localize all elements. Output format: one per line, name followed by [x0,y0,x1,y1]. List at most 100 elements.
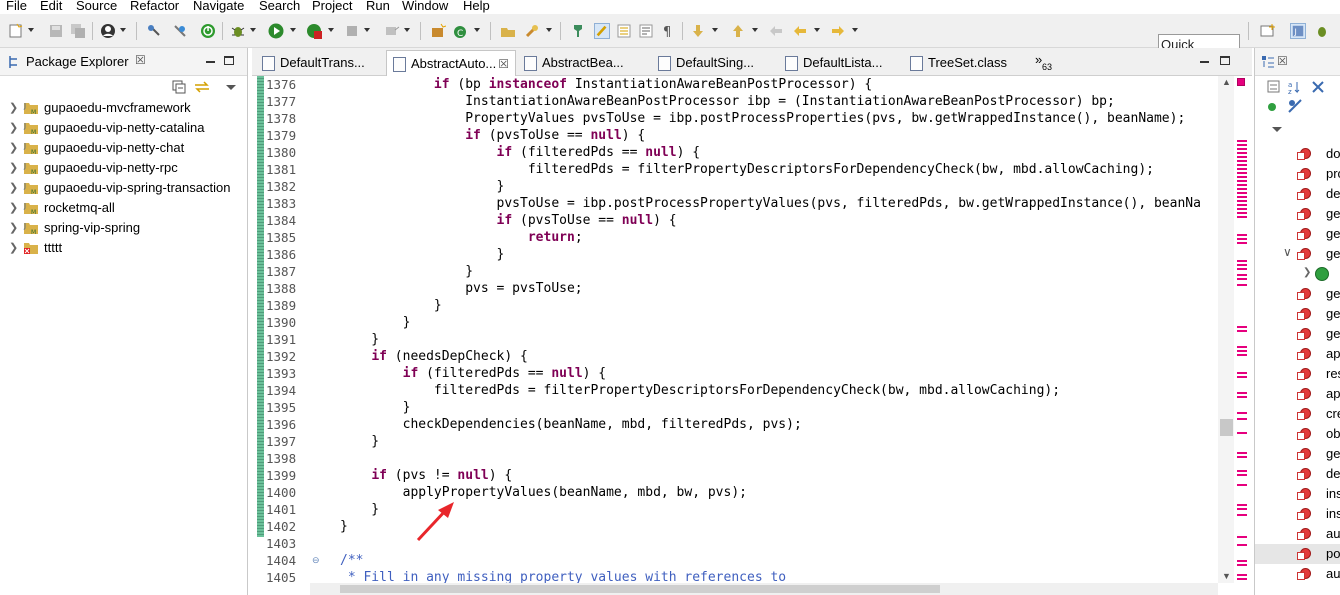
ruler-marker[interactable] [1237,274,1247,276]
menu-edit[interactable]: Edit [40,0,62,13]
menu-window[interactable]: Window [402,0,448,13]
ruler-marker[interactable] [1237,204,1247,206]
project-item[interactable]: ❯ JM rocketmq-all [0,198,248,218]
chevron-down-icon[interactable] [712,28,718,32]
menu-refactor[interactable]: Refactor [130,0,179,13]
menu-help[interactable]: Help [463,0,490,13]
save-icon[interactable] [48,23,64,39]
word-wrap-icon[interactable] [638,23,654,39]
save-all-icon[interactable] [70,23,86,39]
ruler-marker[interactable] [1237,452,1247,454]
new-class-icon[interactable]: C [452,23,468,39]
ruler-marker[interactable] [1237,200,1247,202]
code-line[interactable]: if (filteredPds == null) { [340,366,607,381]
close-icon[interactable]: ☒ [135,53,146,67]
project-item[interactable]: ❯ JM gupaoedu-vip-spring-transaction [0,178,248,198]
outline-member[interactable]: de [1255,184,1340,204]
chevron-right-icon[interactable]: ❯ [9,161,18,174]
ruler-marker[interactable] [1237,376,1247,378]
outline-member[interactable]: ge [1255,204,1340,224]
hide-nonpublic-icon[interactable] [1267,102,1277,112]
horizontal-scrollbar[interactable] [310,583,1218,595]
terminate-icon[interactable] [200,23,216,39]
outline-member[interactable]: po [1255,544,1340,564]
code-line[interactable]: if (bp instanceof InstantiationAwareBean… [340,77,872,92]
ruler-marker[interactable] [1237,372,1247,374]
outline-member[interactable]: ge [1255,444,1340,464]
outline-member[interactable]: ge [1255,324,1340,344]
outline-member[interactable]: ❯ [1255,264,1340,284]
ruler-marker[interactable] [1237,160,1247,162]
outline-member[interactable]: ge [1255,224,1340,244]
new-file-icon[interactable] [8,23,24,39]
code-line[interactable]: filteredPds = filterPropertyDescriptorsF… [340,162,1154,177]
chevron-right-icon[interactable]: ❯ [9,101,18,114]
chevron-down-icon[interactable] [250,28,256,32]
code-line[interactable]: } [340,315,411,330]
chevron-right-icon[interactable]: ❯ [9,241,18,254]
chevron-down-icon[interactable] [814,28,820,32]
forward-icon[interactable] [830,23,846,39]
ruler-marker[interactable] [1237,176,1247,178]
ruler-marker[interactable] [1237,412,1247,414]
profile-icon[interactable] [100,23,116,39]
ruler-marker[interactable] [1237,156,1247,158]
fold-collapse-icon[interactable]: ⊖ [312,555,320,566]
menu-run[interactable]: Run [366,0,390,13]
code-line[interactable]: } [340,434,379,449]
code-line[interactable]: InstantiationAwareBeanPostProcessor ibp … [340,94,1115,109]
sort-icon[interactable]: az [1287,80,1301,94]
code-line[interactable]: if (pvs != null) { [340,468,512,483]
ruler-marker[interactable] [1237,208,1247,210]
chevron-down-icon[interactable] [546,28,552,32]
ruler-marker[interactable] [1237,216,1247,218]
open-perspective-icon[interactable] [1260,23,1276,39]
error-marker-icon[interactable] [1237,78,1245,86]
scroll-down-icon[interactable]: ▼ [1222,571,1231,581]
ruler-marker[interactable] [1237,560,1247,562]
ruler-marker[interactable] [1237,268,1247,270]
ruler-marker[interactable] [1237,484,1247,486]
project-item[interactable]: ❯ ttttt [0,238,248,258]
ruler-marker[interactable] [1237,238,1247,240]
code-line[interactable]: if (pvsToUse == null) { [340,213,677,228]
ruler-marker[interactable] [1237,164,1247,166]
outline-member[interactable]: ge [1255,284,1340,304]
code-line[interactable]: pvsToUse = ibp.postProcessPropertyValues… [340,196,1201,211]
chevron-down-icon[interactable] [290,28,296,32]
ruler-marker[interactable] [1237,544,1247,546]
hide-local-types-icon[interactable] [1287,98,1303,114]
code-line[interactable]: } [340,179,505,194]
tab-abstract-auto[interactable]: AbstractAuto... ☒ [386,50,516,76]
ruler-marker[interactable] [1237,148,1247,150]
show-whitespace-icon[interactable]: ¶ [660,23,676,39]
scroll-up-icon[interactable]: ▲ [1222,77,1231,87]
ruler-marker[interactable] [1237,574,1247,576]
search-icon[interactable] [524,23,540,39]
project-item[interactable]: ❯ JM gupaoedu-vip-netty-rpc [0,158,248,178]
ruler-marker[interactable] [1237,144,1247,146]
code-line[interactable]: pvs = pvsToUse; [340,281,582,296]
view-menu-icon[interactable] [226,85,236,90]
code-line[interactable]: } [340,247,505,262]
tab-abstract-bea[interactable]: AbstractBea... [518,50,646,76]
coverage-icon[interactable] [306,23,322,39]
code-line[interactable]: if (pvsToUse == null) { [340,128,645,143]
ruler-marker[interactable] [1237,330,1247,332]
ruler-marker[interactable] [1237,180,1247,182]
link-with-editor-icon[interactable] [194,80,210,94]
ruler-marker[interactable] [1237,168,1247,170]
code-line[interactable]: } [340,519,348,534]
ruler-marker[interactable] [1237,474,1247,476]
tab-default-trans[interactable]: DefaultTrans... [256,50,384,76]
chevron-down-icon[interactable] [404,28,410,32]
chevron-down-icon[interactable] [364,28,370,32]
ruler-marker[interactable] [1237,508,1247,510]
chevron-down-icon[interactable] [474,28,480,32]
ruler-marker[interactable] [1237,140,1247,142]
ruler-marker[interactable] [1237,212,1247,214]
ruler-marker[interactable] [1237,564,1247,566]
code-line[interactable]: filteredPds = filterPropertyDescriptorsF… [340,383,1060,398]
chevron-down-icon[interactable] [120,28,126,32]
debug-perspective-icon[interactable] [1314,23,1330,39]
